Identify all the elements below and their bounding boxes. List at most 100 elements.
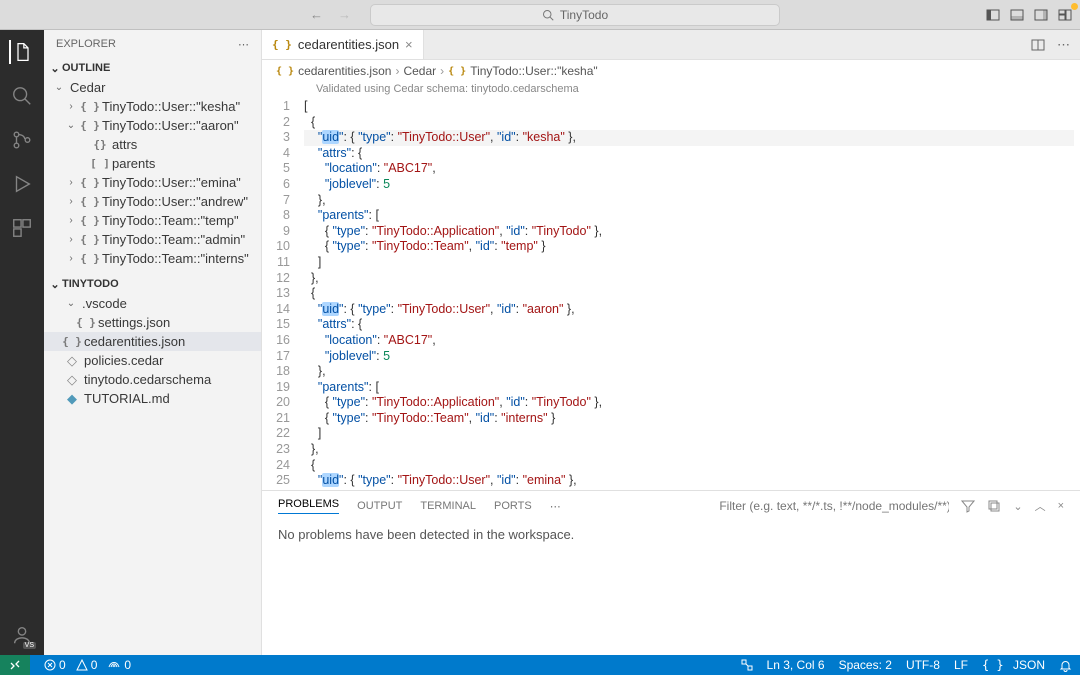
customize-layout-icon[interactable]: [1058, 8, 1072, 22]
collapse-all-icon[interactable]: [987, 499, 1001, 513]
toggle-primary-sidebar-icon[interactable]: [986, 8, 1000, 22]
file-tree: ⌄ .vscode { } settings.json { }cedarentities…: [44, 294, 261, 408]
project-header[interactable]: ⌄ TINYTODO: [44, 274, 261, 294]
outline-child[interactable]: {}attrs: [44, 135, 261, 154]
outline-item[interactable]: ›{ }TinyTodo::User::"emina": [44, 173, 261, 192]
explorer-header: EXPLORER ⋯: [44, 30, 261, 58]
json-file-icon: { }: [272, 38, 292, 51]
markdown-file-icon: ◆: [64, 391, 80, 407]
status-ports-count: 0: [124, 658, 131, 672]
toggle-panel-icon[interactable]: [1010, 8, 1024, 22]
status-warnings-count: 0: [91, 658, 98, 672]
outline-item[interactable]: ›{ }TinyTodo::Team::"admin": [44, 230, 261, 249]
nav-back-icon[interactable]: ←: [310, 7, 324, 22]
activity-debug-icon[interactable]: [10, 172, 34, 196]
activity-profile-icon[interactable]: VS: [10, 623, 34, 647]
outline-item-label: TinyTodo::User::"emina": [102, 175, 241, 190]
activity-scm-icon[interactable]: [10, 128, 34, 152]
explorer-more-icon[interactable]: ⋯: [238, 38, 249, 51]
chevron-down-icon: ⌄: [48, 278, 62, 291]
file-item[interactable]: ◇ tinytodo.cedarschema: [44, 370, 261, 389]
titlebar: ← → TinyTodo: [0, 0, 1080, 30]
line-gutter: 1234567891011121314151617181920212223242…: [262, 99, 304, 490]
close-icon[interactable]: ×: [1058, 500, 1064, 512]
panel-tab-problems[interactable]: PROBLEMS: [278, 498, 339, 514]
chevron-icon: ›: [64, 234, 78, 245]
chevron-down-icon[interactable]: ⌄: [1013, 500, 1022, 513]
outline-item[interactable]: ⌄{ }TinyTodo::User::"aaron": [44, 116, 261, 135]
json-object-icon: { }: [82, 252, 98, 265]
chevron-icon: ›: [64, 101, 78, 112]
json-file-icon: { }: [78, 316, 94, 329]
panel-filter-input[interactable]: [719, 499, 949, 513]
status-bell-icon[interactable]: [1059, 659, 1072, 672]
activity-explorer-icon[interactable]: [9, 40, 33, 64]
breadcrumb-part[interactable]: Cedar: [403, 64, 436, 78]
outline-item[interactable]: ›{ }TinyTodo::User::"andrew": [44, 192, 261, 211]
chevron-down-icon: ⌄: [64, 298, 78, 309]
outline-item[interactable]: ›{ }TinyTodo::User::"kesha": [44, 97, 261, 116]
status-selection-icon[interactable]: [741, 659, 753, 671]
chevron-up-icon[interactable]: ︿: [1035, 498, 1046, 514]
folder-item[interactable]: ⌄ .vscode: [44, 294, 261, 313]
breadcrumb-part[interactable]: TinyTodo::User::"kesha": [470, 64, 597, 78]
code-content[interactable]: [ { "uid": { "type": "TinyTodo::User", "…: [304, 99, 1080, 490]
breadcrumb-part[interactable]: cedarentities.json: [298, 64, 391, 78]
json-object-icon: { }: [82, 100, 98, 113]
code-editor[interactable]: 1234567891011121314151617181920212223242…: [262, 99, 1080, 490]
status-errors[interactable]: 0: [44, 658, 66, 672]
outline-item[interactable]: ›{ }TinyTodo::Team::"interns": [44, 249, 261, 268]
search-icon: [542, 9, 554, 21]
file-item[interactable]: { }cedarentities.json: [44, 332, 261, 351]
panel-tab-terminal[interactable]: TERMINAL: [420, 500, 476, 512]
command-center[interactable]: TinyTodo: [370, 4, 780, 26]
panel-more-icon[interactable]: ⋯: [550, 500, 561, 513]
json-file-icon: { }: [64, 335, 80, 348]
status-ports[interactable]: 0: [107, 658, 131, 672]
status-encoding[interactable]: UTF-8: [906, 658, 940, 672]
toggle-secondary-sidebar-icon[interactable]: [1034, 8, 1048, 22]
nav-forward-icon[interactable]: →: [338, 7, 352, 22]
chevron-icon: ›: [64, 215, 78, 226]
file-name: .vscode: [82, 296, 127, 311]
outline-root[interactable]: ⌄Cedar: [44, 78, 261, 97]
panel-tab-output[interactable]: OUTPUT: [357, 500, 402, 512]
status-spaces[interactable]: Spaces: 2: [839, 658, 892, 672]
chevron-icon: ›: [64, 177, 78, 188]
editor-tabs: { } cedarentities.json × ⋯: [262, 30, 1080, 60]
traffic-light-min-icon[interactable]: [1071, 3, 1078, 10]
outline-item-label: TinyTodo::Team::"temp": [102, 213, 239, 228]
project-section-label: TINYTODO: [62, 278, 119, 290]
file-item[interactable]: ◇policies.cedar: [44, 351, 261, 370]
file-item[interactable]: { } settings.json: [44, 313, 261, 332]
chevron-icon: ›: [64, 196, 78, 207]
outline-item-label: TinyTodo::Team::"admin": [102, 232, 245, 247]
cedar-file-icon: ◇: [64, 372, 80, 388]
status-eol[interactable]: LF: [954, 658, 968, 672]
split-editor-icon[interactable]: [1031, 38, 1045, 52]
outline-item[interactable]: ›{ }TinyTodo::Team::"temp": [44, 211, 261, 230]
outline-child[interactable]: [ ]parents: [44, 154, 261, 173]
explorer-title: EXPLORER: [56, 38, 116, 50]
activity-search-icon[interactable]: [10, 84, 34, 108]
editor-tab[interactable]: { } cedarentities.json ×: [262, 30, 424, 59]
status-lncol[interactable]: Ln 3, Col 6: [767, 658, 825, 672]
remote-indicator[interactable]: [0, 655, 30, 675]
outline-root-label: Cedar: [70, 80, 105, 95]
editor-more-icon[interactable]: ⋯: [1057, 37, 1070, 53]
file-item[interactable]: ◆TUTORIAL.md: [44, 389, 261, 408]
file-name: settings.json: [98, 315, 170, 330]
outline-header[interactable]: ⌄ OUTLINE: [44, 58, 261, 78]
panel-tabs: PROBLEMS OUTPUT TERMINAL PORTS ⋯ ⌄ ︿ ×: [262, 491, 1080, 521]
activity-extensions-icon[interactable]: [10, 216, 34, 240]
filter-icon[interactable]: [961, 499, 975, 513]
breadcrumb[interactable]: { } cedarentities.json › Cedar › { } Tin…: [262, 60, 1080, 82]
close-icon[interactable]: ×: [405, 37, 413, 52]
file-name: tinytodo.cedarschema: [84, 372, 211, 387]
status-errors-count: 0: [59, 658, 66, 672]
chevron-down-icon: ⌄: [48, 62, 62, 75]
status-warnings[interactable]: 0: [76, 658, 98, 672]
status-bar: 0 0 0 Ln 3, Col 6 Spaces: 2 UTF-8 LF { }…: [0, 655, 1080, 675]
panel-tab-ports[interactable]: PORTS: [494, 500, 532, 512]
status-language[interactable]: { } JSON: [982, 658, 1045, 672]
